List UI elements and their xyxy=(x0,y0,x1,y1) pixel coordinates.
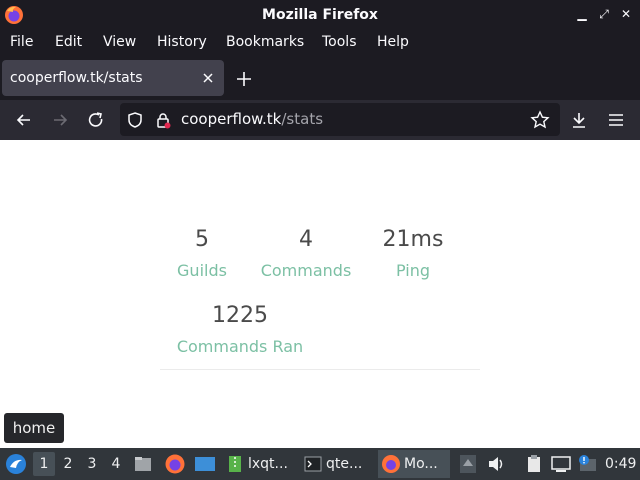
window-titlebar: Mozilla Firefox ▁ ⤢ ✕ xyxy=(0,0,640,30)
reload-icon[interactable] xyxy=(86,110,106,130)
stat-commands: 4 Commands xyxy=(246,227,366,281)
divider xyxy=(160,369,480,370)
lock-icon[interactable] xyxy=(154,111,172,129)
task-label: qte... xyxy=(326,456,363,472)
desktop-2[interactable]: 2 xyxy=(57,452,79,476)
taskbar: 1 2 3 4 lxqt... qte... Mo... 0:49 xyxy=(0,448,640,480)
new-tab-icon[interactable] xyxy=(234,69,254,89)
page-content: 5 Guilds 4 Commands 21ms Ping 1225 Comma… xyxy=(0,140,640,440)
task-lxqt[interactable]: lxqt... xyxy=(222,450,294,478)
file-manager-icon[interactable] xyxy=(133,454,153,474)
stat-commands-ran: 1225 Commands Ran xyxy=(160,303,320,357)
menu-bar: File Edit View History Bookmarks Tools H… xyxy=(0,30,640,54)
desktop-show-icon[interactable] xyxy=(194,454,216,474)
clock[interactable]: 0:49 xyxy=(605,448,636,480)
firefox-launcher-icon[interactable] xyxy=(164,453,186,475)
close-tab-icon[interactable] xyxy=(200,70,216,86)
stat-label: Commands xyxy=(260,261,352,280)
forward-icon[interactable] xyxy=(50,110,70,130)
terminal-icon xyxy=(304,456,322,472)
stat-value: 4 xyxy=(299,227,313,252)
url-text[interactable]: cooperflow.tk/stats xyxy=(181,103,323,136)
firefox-task-icon xyxy=(382,455,400,473)
close-window-icon[interactable]: ✕ xyxy=(620,6,632,22)
clipboard-icon[interactable] xyxy=(524,454,544,474)
archive-icon xyxy=(229,456,241,472)
task-label: Mo... xyxy=(404,456,438,472)
notification-icon[interactable] xyxy=(576,454,598,474)
shield-icon[interactable] xyxy=(126,111,144,129)
window-title: Mozilla Firefox xyxy=(262,7,378,23)
tab-title: cooperflow.tk/stats xyxy=(10,70,143,86)
maximize-icon[interactable]: ⤢ xyxy=(598,6,610,22)
scroll-up-icon[interactable] xyxy=(458,454,478,474)
menu-bookmarks[interactable]: Bookmarks xyxy=(226,33,304,51)
bookmark-star-icon[interactable] xyxy=(530,110,550,130)
tooltip: home xyxy=(4,413,64,443)
stat-value: 21ms xyxy=(382,227,444,252)
desktop-3[interactable]: 3 xyxy=(81,452,103,476)
menu-file[interactable]: File xyxy=(10,33,33,51)
navigation-toolbar: cooperflow.tk/stats xyxy=(0,100,640,140)
menu-tools[interactable]: Tools xyxy=(322,33,357,51)
stat-ping: 21ms Ping xyxy=(353,227,473,281)
minimize-icon[interactable]: ▁ xyxy=(576,6,588,22)
task-firefox[interactable]: Mo... xyxy=(378,450,450,478)
back-icon[interactable] xyxy=(14,110,34,130)
stat-label: Ping xyxy=(395,261,431,280)
stat-value: 1225 xyxy=(212,303,268,328)
url-bar[interactable]: cooperflow.tk/stats xyxy=(120,103,560,136)
start-menu-icon[interactable] xyxy=(5,453,27,475)
task-qterminal[interactable]: qte... xyxy=(300,450,372,478)
stat-label: Guilds xyxy=(177,261,227,280)
volume-icon[interactable] xyxy=(486,454,506,474)
tab-active[interactable]: cooperflow.tk/stats xyxy=(2,60,224,96)
menu-view[interactable]: View xyxy=(103,33,136,51)
desktop-4[interactable]: 4 xyxy=(105,452,127,476)
network-icon[interactable] xyxy=(550,454,572,474)
app-menu-icon[interactable] xyxy=(606,110,626,130)
menu-help[interactable]: Help xyxy=(377,33,409,51)
url-host: cooperflow.tk xyxy=(181,110,282,128)
stat-value: 5 xyxy=(195,227,209,252)
desktop-1[interactable]: 1 xyxy=(33,452,55,476)
menu-history[interactable]: History xyxy=(157,33,207,51)
window-controls: ▁ ⤢ ✕ xyxy=(576,6,632,22)
task-label: lxqt... xyxy=(248,456,288,472)
url-path: /stats xyxy=(281,110,324,128)
menu-edit[interactable]: Edit xyxy=(55,33,82,51)
download-icon[interactable] xyxy=(569,110,589,130)
stat-guilds: 5 Guilds xyxy=(142,227,262,281)
tab-bar: cooperflow.tk/stats xyxy=(0,54,640,100)
stat-label: Commands Ran xyxy=(176,337,304,356)
